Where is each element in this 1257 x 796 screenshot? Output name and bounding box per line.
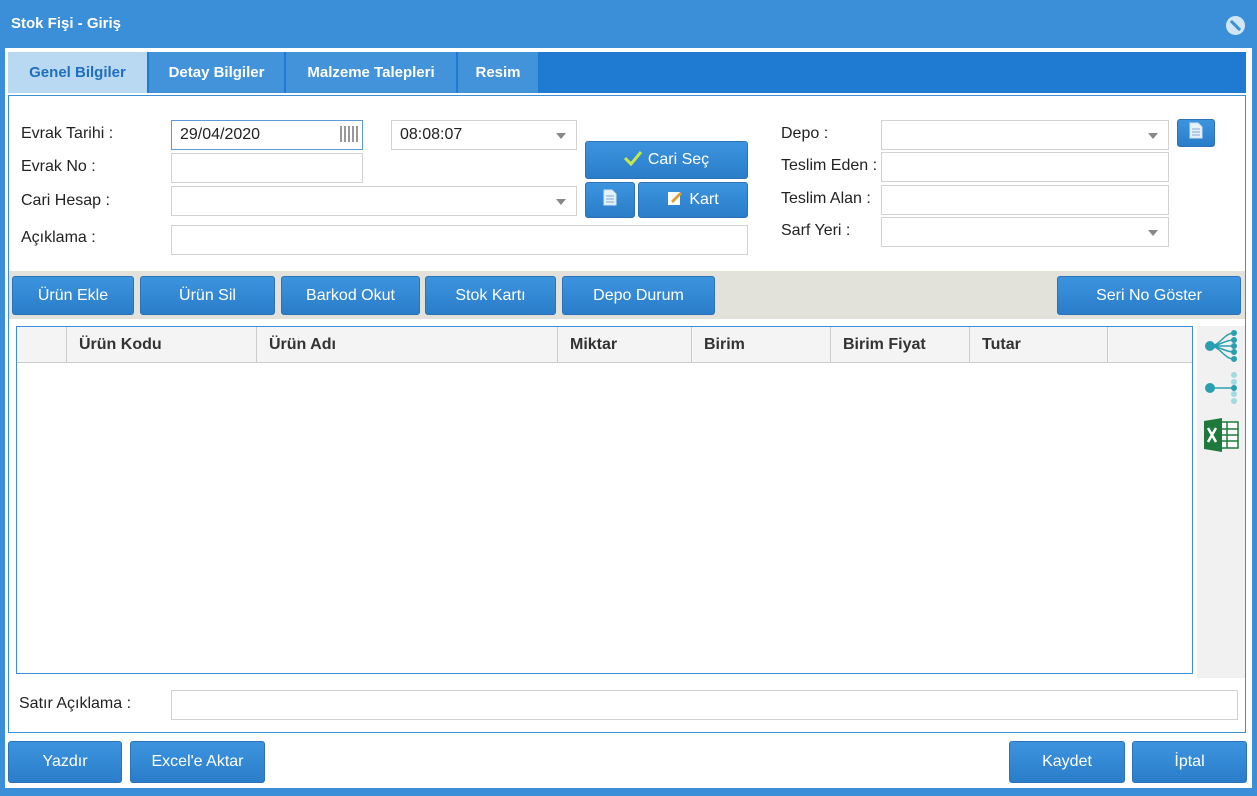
urun-ekle-button[interactable]: Ürün Ekle: [12, 276, 134, 315]
sarf-yeri-select[interactable]: [881, 217, 1169, 247]
edit-card-icon: [667, 190, 683, 211]
checkmark-icon: [623, 150, 642, 171]
excel-aktar-button[interactable]: Excel'e Aktar: [130, 741, 265, 783]
stok-karti-button[interactable]: Stok Kartı: [425, 276, 556, 315]
depo-label: Depo :: [781, 125, 829, 142]
chevron-down-icon: [1148, 230, 1158, 236]
column-header-select[interactable]: [17, 327, 67, 363]
chevron-down-icon: [556, 133, 566, 139]
window-content: Genel Bilgiler Detay Bilgiler Malzeme Ta…: [5, 48, 1252, 788]
evrak-tarihi-value: 29/04/2020: [180, 126, 261, 143]
cari-hesap-label: Cari Hesap :: [21, 192, 110, 209]
column-header-extra: [1108, 327, 1192, 363]
product-toolbar: Ürün Ekle Ürün Sil Barkod Okut Stok Kart…: [9, 271, 1245, 319]
aciklama-field[interactable]: [171, 225, 748, 255]
cari-sec-button[interactable]: Cari Seç: [585, 141, 748, 179]
collapse-all-icon[interactable]: [1202, 370, 1240, 406]
evrak-tarihi-label: Evrak Tarihi :: [21, 125, 114, 142]
depo-durum-button[interactable]: Depo Durum: [562, 276, 715, 315]
calendar-icon[interactable]: [340, 126, 358, 142]
cari-new-button[interactable]: [585, 182, 635, 218]
column-header-birim-fiyat[interactable]: Birim Fiyat: [831, 327, 970, 363]
saat-select[interactable]: 08:08:07: [391, 120, 577, 150]
chevron-down-icon: [1148, 133, 1158, 139]
satir-aciklama-field[interactable]: [171, 690, 1238, 720]
window-title: Stok Fişi - Giriş: [11, 15, 122, 32]
title-bar: Stok Fişi - Giriş: [0, 0, 1257, 48]
excel-icon[interactable]: [1202, 418, 1240, 454]
aciklama-label: Açıklama :: [21, 229, 96, 246]
footer-bar: Yazdır Excel'e Aktar Kaydet İptal: [5, 734, 1252, 788]
document-icon: [1189, 122, 1203, 144]
cari-sec-label: Cari Seç: [647, 151, 710, 168]
teslim-eden-label: Teslim Eden :: [781, 157, 878, 174]
depo-detail-button[interactable]: [1177, 119, 1215, 147]
tab-bar: Genel Bilgiler Detay Bilgiler Malzeme Ta…: [8, 52, 1246, 93]
teslim-alan-field[interactable]: [881, 185, 1169, 215]
evrak-no-field[interactable]: [171, 153, 363, 183]
kart-label: Kart: [689, 191, 719, 208]
tab-genel-bilgiler[interactable]: Genel Bilgiler: [8, 52, 147, 93]
seri-no-goster-button[interactable]: Seri No Göster: [1057, 276, 1241, 315]
column-header-birim[interactable]: Birim: [692, 327, 831, 363]
grid-sidebar: [1197, 326, 1245, 678]
expand-all-icon[interactable]: [1202, 328, 1240, 364]
saat-value: 08:08:07: [400, 126, 463, 143]
column-header-urun-adi[interactable]: Ürün Adı: [257, 327, 558, 363]
close-icon[interactable]: [1226, 16, 1245, 35]
genel-bilgiler-panel: Evrak Tarihi : Evrak No : Cari Hesap : A…: [8, 95, 1246, 733]
column-header-urun-kodu[interactable]: Ürün Kodu: [67, 327, 257, 363]
teslim-eden-field[interactable]: [881, 152, 1169, 182]
chevron-down-icon: [556, 199, 566, 205]
grid-header: Ürün Kodu Ürün Adı Miktar Birim Birim Fi…: [17, 327, 1192, 363]
tab-detay-bilgiler[interactable]: Detay Bilgiler: [149, 52, 284, 93]
depo-select[interactable]: [881, 120, 1169, 150]
urun-sil-button[interactable]: Ürün Sil: [140, 276, 275, 315]
teslim-alan-label: Teslim Alan :: [781, 190, 871, 207]
satir-aciklama-label: Satır Açıklama :: [19, 695, 132, 712]
barkod-okut-button[interactable]: Barkod Okut: [281, 276, 420, 315]
column-header-miktar[interactable]: Miktar: [558, 327, 692, 363]
sarf-yeri-label: Sarf Yeri :: [781, 222, 851, 239]
tab-malzeme-talepleri[interactable]: Malzeme Talepleri: [286, 52, 456, 93]
evrak-no-label: Evrak No :: [21, 158, 96, 175]
product-grid[interactable]: Ürün Kodu Ürün Adı Miktar Birim Birim Fi…: [16, 326, 1193, 674]
document-icon: [603, 189, 617, 211]
stok-fisi-window: Stok Fişi - Giriş Genel Bilgiler Detay B…: [0, 0, 1257, 796]
kart-button[interactable]: Kart: [638, 182, 748, 218]
tab-resim[interactable]: Resim: [458, 52, 538, 93]
evrak-tarihi-field[interactable]: 29/04/2020: [171, 120, 363, 150]
cari-hesap-select[interactable]: [171, 186, 577, 216]
kaydet-button[interactable]: Kaydet: [1009, 741, 1125, 783]
yazdir-button[interactable]: Yazdır: [8, 741, 122, 783]
iptal-button[interactable]: İptal: [1132, 741, 1247, 783]
column-header-tutar[interactable]: Tutar: [970, 327, 1108, 363]
